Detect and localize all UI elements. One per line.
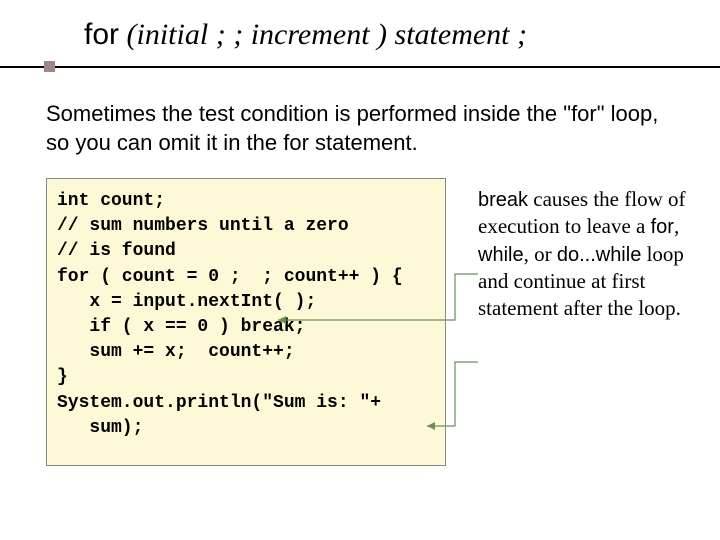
sidenote-for-kw: for (651, 216, 674, 238)
heading-statement: statement (395, 18, 510, 51)
slide-heading: for (initial ; ; increment ) statement ; (0, 0, 720, 60)
body-paragraph: Sometimes the test condition is performe… (46, 100, 680, 157)
sidenote-part3: , or (524, 242, 557, 266)
code-example: int count; // sum numbers until a zero /… (46, 178, 446, 466)
heading-sep1: ; ; (208, 18, 250, 51)
heading-semicolon: ; (510, 18, 528, 51)
sidenote-while-kw: while (478, 244, 524, 266)
heading-for-keyword: for (84, 18, 119, 51)
sidenote-paragraph: break causes the flow of execution to le… (478, 186, 688, 322)
sidenote-dowhile-kw: do...while (557, 244, 642, 266)
heading-underline (0, 66, 720, 68)
bullet-square-icon (44, 61, 55, 72)
heading-initial: initial (137, 18, 209, 51)
sidenote-part2: , (674, 214, 679, 238)
sidenote-break-kw: break (478, 189, 528, 211)
heading-paren-open: ( (119, 18, 137, 51)
heading-increment: increment (251, 18, 370, 51)
heading-paren-close: ) (370, 18, 395, 51)
